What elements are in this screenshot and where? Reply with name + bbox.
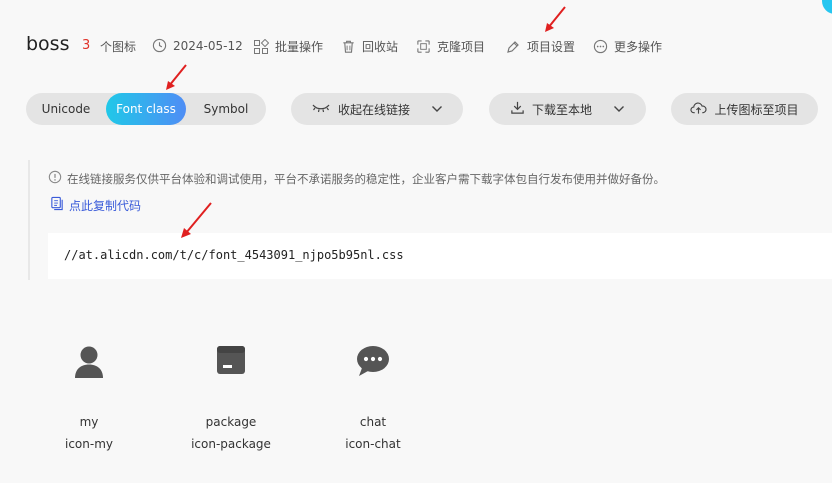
chat-icon [318, 345, 428, 387]
annotation-arrow-css-link [181, 202, 212, 238]
collapse-link-button[interactable]: 收起在线链接 [291, 93, 463, 125]
date-label: 2024-05-12 [173, 38, 243, 53]
corner-badge [822, 0, 832, 14]
info-icon [48, 170, 62, 187]
date-info: 2024-05-12 [152, 38, 243, 53]
project-settings-button[interactable]: 项目设置 [505, 38, 575, 55]
icon-class: icon-chat [345, 437, 401, 451]
clock-icon [152, 38, 167, 53]
download-icon [510, 100, 525, 118]
icon-name: package [205, 415, 257, 429]
settings-icon [505, 39, 521, 55]
clone-icon [416, 39, 431, 54]
cloud-upload-icon [690, 101, 708, 118]
chevron-down-icon [613, 102, 625, 116]
package-icon [176, 345, 286, 387]
user-icon [34, 345, 144, 387]
annotation-arrow-font-class [166, 64, 187, 90]
icon-card-package[interactable]: package icon-package [176, 345, 286, 455]
icon-count-label: 个图标 [100, 40, 137, 54]
service-tip: 在线链接服务仅供平台体验和调试使用，平台不承诺服务的稳定性，企业客户需下载字体包… [48, 170, 665, 187]
recycle-bin-button[interactable]: 回收站 [341, 38, 398, 55]
clone-project-button[interactable]: 克隆项目 [416, 38, 485, 55]
font-type-tabs: Unicode Font class Symbol [26, 93, 266, 125]
css-link-url[interactable]: //at.alicdn.com/t/c/font_4543091_njpo5b9… [64, 248, 404, 262]
icon-card-my[interactable]: my icon-my [34, 345, 144, 455]
eye-closed-icon [311, 102, 331, 117]
icon-name: chat [359, 415, 387, 429]
batch-icon [253, 38, 269, 55]
copy-icon [50, 196, 64, 214]
icon-name: my [79, 415, 99, 429]
annotation-arrow-settings [545, 6, 566, 32]
upload-icons-button[interactable]: 上传图标至项目 [671, 93, 818, 125]
icon-class: icon-my [65, 437, 113, 451]
icon-class: icon-package [191, 437, 271, 451]
more-actions-button[interactable]: 更多操作 [593, 38, 662, 55]
batch-operation-button[interactable]: 批量操作 [253, 38, 323, 55]
tab-font-class[interactable]: Font class [106, 93, 186, 125]
copy-code-link[interactable]: 点此复制代码 [50, 196, 141, 214]
tab-symbol[interactable]: Symbol [186, 93, 266, 125]
css-link-box: //at.alicdn.com/t/c/font_4543091_njpo5b9… [48, 233, 832, 279]
download-button[interactable]: 下载至本地 [489, 93, 646, 125]
more-icon [593, 39, 608, 54]
project-title: boss [26, 33, 70, 55]
icon-count: 3 [82, 38, 91, 53]
tab-unicode[interactable]: Unicode [26, 93, 106, 125]
trash-icon [341, 39, 356, 54]
chevron-down-icon [431, 102, 443, 116]
icon-card-chat[interactable]: chat icon-chat [318, 345, 428, 455]
